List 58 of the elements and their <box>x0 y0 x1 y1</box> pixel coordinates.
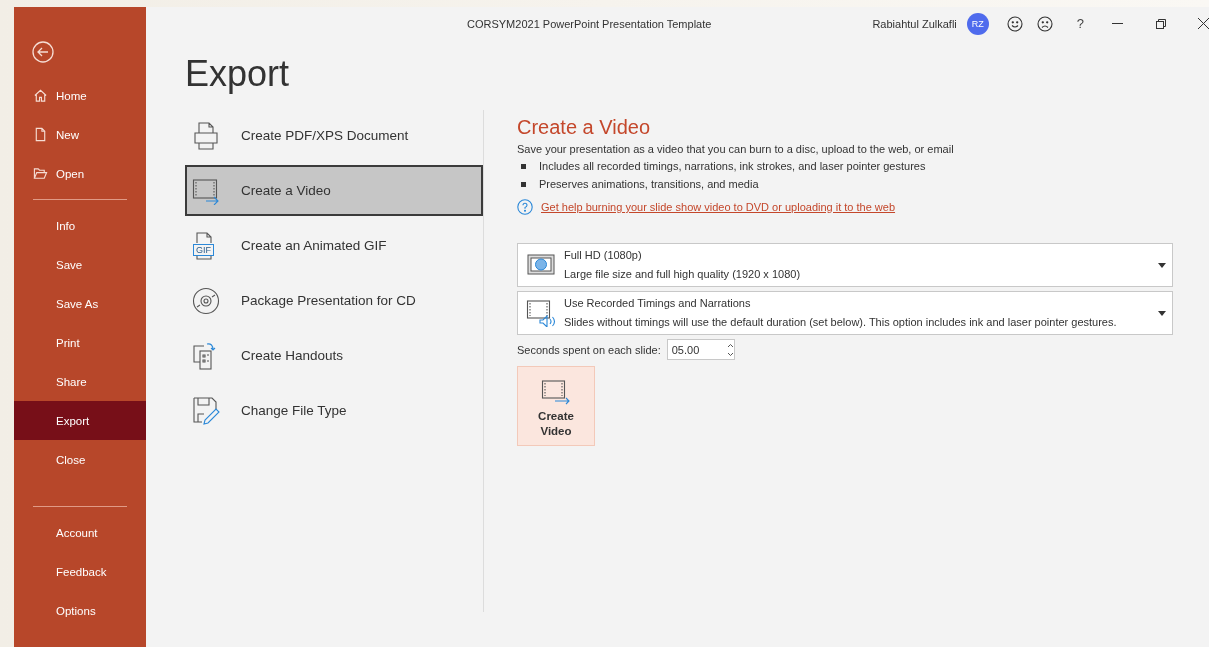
sidebar-item[interactable]: Save <box>14 245 146 284</box>
sidebar-item[interactable]: Share <box>14 362 146 401</box>
bullet-text: Includes all recorded timings, narrations, ink strokes, and laser pointer gestures <box>539 160 926 172</box>
sidebar-item[interactable]: Account <box>14 513 146 552</box>
export-option[interactable]: Create PDF/XPS Document <box>185 110 483 161</box>
sidebar-item[interactable]: Print <box>14 323 146 362</box>
user-name[interactable]: Rabiahtul Zulkafli <box>872 17 957 30</box>
section-heading: Create a Video <box>517 116 652 139</box>
video-sound-icon <box>526 299 556 327</box>
printer-icon <box>193 120 219 151</box>
sidebar-item[interactable]: Close <box>14 440 146 479</box>
help-icon[interactable] <box>517 199 533 215</box>
spin-arrows-icon[interactable] <box>726 342 734 357</box>
export-option[interactable]: Create a Video <box>185 165 483 216</box>
seconds-spinner[interactable]: 05.00 <box>666 339 735 360</box>
dropdown[interactable]: Full HD (1080p) Large file size and full high quality (1920 x 1080) <box>517 243 1173 287</box>
restore-icon[interactable] <box>1156 18 1166 29</box>
dropdown-title: Full HD (1080p) <box>564 249 642 261</box>
dropdown-title: Use Recorded Timings and Narrations <box>564 297 751 309</box>
frown-icon[interactable] <box>1036 15 1053 32</box>
page-title: Export <box>185 52 291 96</box>
seconds-label: Seconds spent on each slide: <box>517 343 661 356</box>
bullet-text: Preserves animations, transitions, and media <box>539 178 759 190</box>
caret-icon <box>1158 310 1166 316</box>
sidebar-item[interactable]: Options <box>14 591 146 630</box>
create-video-button[interactable]: Create Video <box>517 366 595 446</box>
help-link[interactable]: Get help burning your slide show video to DVD or uploading it to the web <box>541 201 896 213</box>
user-avatar[interactable]: RZ <box>966 12 989 35</box>
sidebar-item[interactable]: Save As <box>14 284 146 323</box>
monitor-icon <box>527 253 555 277</box>
smiley-icon[interactable] <box>1006 15 1023 32</box>
video-export-icon <box>541 379 571 405</box>
export-option[interactable]: GIF Create an Animated GIF <box>185 220 483 271</box>
bullet-icon <box>521 181 526 187</box>
close-icon[interactable] <box>1198 18 1209 29</box>
sidebar-item[interactable]: Export <box>14 401 146 440</box>
description-text: Save your presentation as a video that you can burn to a disc, upload to the web, or email <box>517 143 955 155</box>
home-icon <box>33 88 48 103</box>
export-option[interactable]: Change File Type <box>185 385 483 436</box>
save-edit-icon <box>192 395 220 426</box>
caret-icon <box>1158 262 1166 268</box>
sidebar-item[interactable]: Info <box>14 206 146 245</box>
export-option[interactable]: Package Presentation for CD <box>185 275 483 326</box>
dropdown-description: Large file size and full high quality (1920 x 1080) <box>564 268 801 280</box>
sidebar-item[interactable]: Open <box>14 154 146 193</box>
help-button[interactable]: ? <box>1076 16 1084 31</box>
dropdown-description: Slides without timings will use the default duration (set below). This option includes ink and laser pointer gestures. <box>564 316 1117 328</box>
disc-icon <box>192 286 220 315</box>
export-option[interactable]: Create Handouts <box>185 330 483 381</box>
sidebar-item[interactable]: Feedback <box>14 552 146 591</box>
sidebar-item[interactable]: New <box>14 115 146 154</box>
bullet-icon <box>521 163 526 169</box>
window-title: CORSYM2021 PowerPoint Presentation Template <box>466 17 713 30</box>
sidebar-item[interactable]: Home <box>14 76 146 115</box>
video-frame-icon <box>192 176 220 205</box>
folder-icon <box>33 166 48 181</box>
dropdown[interactable]: Use Recorded Timings and Narrations Slides without timings will use the default duration (set below). This option includes ink and laser pointer gestures. <box>517 291 1173 335</box>
document-icon <box>33 127 48 142</box>
